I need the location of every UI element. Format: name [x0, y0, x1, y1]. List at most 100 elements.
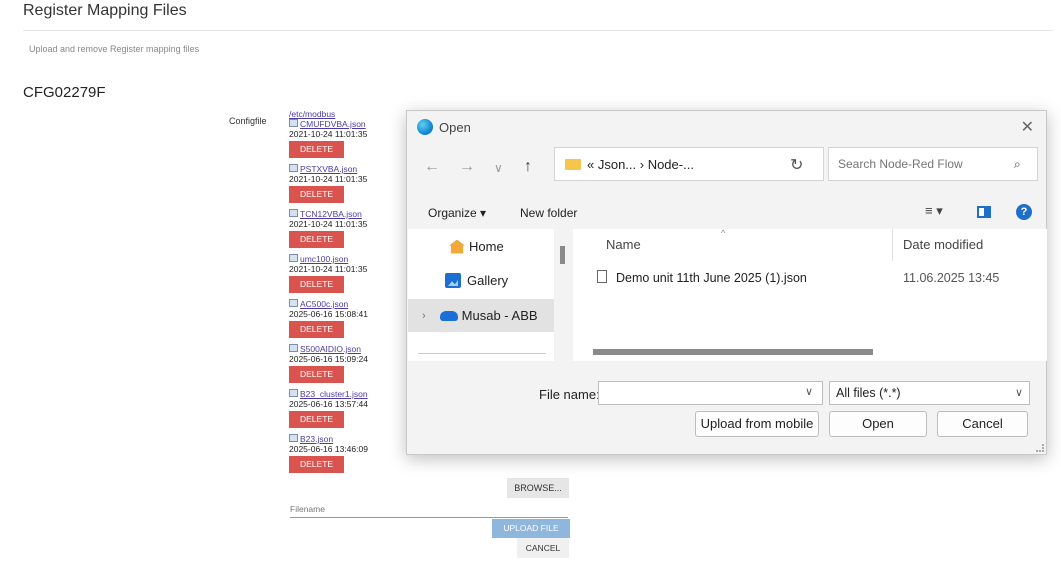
file-date: 2021-10-24 11:01:35	[289, 219, 368, 229]
file-date: 2025-06-16 13:46:09	[289, 444, 368, 454]
address-path: « Json... › Node-...	[587, 156, 694, 172]
delete-button[interactable]: DELETE	[289, 186, 344, 203]
file-link[interactable]: AC500c.json	[300, 299, 348, 309]
back-arrow-icon[interactable]: ←	[424, 158, 440, 176]
dialog-cancel-button[interactable]: Cancel	[937, 411, 1028, 437]
file-entry: TCN12VBA.json 2021-10-24 11:01:35 DELETE	[289, 209, 399, 254]
column-header-date[interactable]: Date modified	[903, 237, 983, 252]
address-bar[interactable]: « Json... › Node-... ∨	[554, 147, 884, 181]
file-link[interactable]: PSTXVBA.json	[300, 164, 357, 174]
chevron-right-icon[interactable]: ›	[422, 310, 426, 322]
file-entry: PSTXVBA.json 2021-10-24 11:01:35 DELETE	[289, 164, 399, 209]
onedrive-icon	[439, 310, 458, 321]
navigation-pane: Home Gallery › Musab - ABB	[408, 229, 554, 361]
file-entry: B23.json 2025-06-16 13:46:09 DELETE	[289, 434, 399, 479]
upload-file-button[interactable]: UPLOAD FILE	[492, 519, 570, 538]
file-row-date: 11.06.2025 13:45	[903, 271, 1000, 285]
file-list: /etc/modbus CMUFDVBA.json 2021-10-24 11:0…	[289, 110, 399, 479]
file-list-pane: Name ^ Date modified Demo unit 11th June…	[573, 228, 1047, 361]
column-divider[interactable]	[892, 229, 893, 261]
file-icon	[289, 389, 298, 397]
cancel-button[interactable]: CANCEL	[517, 538, 569, 558]
configfile-label: Configfile	[229, 116, 267, 126]
nav-item-gallery[interactable]: Gallery	[408, 264, 554, 297]
nav-item-musab-abb[interactable]: › Musab - ABB	[408, 299, 554, 332]
file-name-label: File name:	[539, 387, 600, 402]
file-icon	[289, 209, 298, 217]
sort-indicator-icon: ^	[721, 228, 726, 238]
delete-button[interactable]: DELETE	[289, 366, 344, 383]
file-name-row: AC500c.json	[289, 299, 399, 309]
file-name-row: S500AIDIO.json	[289, 344, 399, 354]
file-link[interactable]: TCN12VBA.json	[300, 209, 362, 219]
file-name-row: B23_cluster1.json	[289, 389, 399, 399]
help-icon[interactable]: ?	[1016, 204, 1032, 220]
recent-locations-icon[interactable]: ∨	[494, 161, 503, 175]
file-entry: S500AIDIO.json 2025-06-16 15:09:24 DELETE	[289, 344, 399, 389]
file-icon	[289, 344, 298, 352]
file-link[interactable]: B23.json	[300, 434, 333, 444]
upload-from-mobile-button[interactable]: Upload from mobile	[695, 411, 819, 437]
file-link[interactable]: S500AIDIO.json	[300, 344, 361, 354]
file-name-input[interactable]	[598, 381, 823, 405]
file-icon	[289, 434, 298, 442]
filename-field[interactable]	[290, 517, 568, 518]
horizontal-scrollbar[interactable]	[593, 349, 873, 355]
file-link[interactable]: B23_cluster1.json	[300, 389, 368, 399]
file-link[interactable]: umc100.json	[300, 254, 348, 264]
nav-item-label: Gallery	[467, 273, 509, 288]
nav-divider	[418, 353, 546, 354]
chevron-down-icon: ∨	[1014, 387, 1023, 399]
delete-button[interactable]: DELETE	[289, 456, 344, 473]
directory-link[interactable]: /etc/modbus	[289, 110, 399, 119]
preview-pane-icon[interactable]	[977, 206, 991, 218]
page-title: Register Mapping Files	[23, 2, 187, 19]
resize-grip[interactable]	[1036, 444, 1044, 452]
chevron-down-icon[interactable]: ∨	[805, 385, 813, 398]
organize-menu[interactable]: Organize ▾	[428, 206, 486, 220]
delete-button[interactable]: DELETE	[289, 276, 344, 293]
file-name-row: CMUFDVBA.json	[289, 119, 399, 129]
file-name-row: B23.json	[289, 434, 399, 444]
edge-browser-icon	[417, 119, 433, 135]
dialog-title: Open	[439, 119, 471, 135]
folder-icon	[565, 158, 581, 170]
delete-button[interactable]: DELETE	[289, 411, 344, 428]
filename-label: Filename	[290, 504, 325, 514]
file-entry: AC500c.json 2025-06-16 15:08:41 DELETE	[289, 299, 399, 344]
browse-button[interactable]: BROWSE...	[507, 478, 569, 498]
open-button[interactable]: Open	[829, 411, 927, 437]
delete-button[interactable]: DELETE	[289, 231, 344, 248]
file-entry: B23_cluster1.json 2025-06-16 13:57:44 DELE…	[289, 389, 399, 434]
search-icon[interactable]: ⌕	[1014, 157, 1021, 172]
refresh-icon[interactable]: ↻	[790, 155, 803, 175]
file-icon	[289, 299, 298, 307]
column-header-name[interactable]: Name	[606, 237, 641, 252]
close-icon[interactable]: ✕	[1021, 117, 1034, 137]
dialog-titlebar: Open	[417, 119, 471, 135]
view-options-icon[interactable]: ≡ ▾	[925, 203, 943, 219]
search-input[interactable]	[828, 147, 1038, 181]
file-name-row: PSTXVBA.json	[289, 164, 399, 174]
delete-button[interactable]: DELETE	[289, 321, 344, 338]
device-name: CFG02279F	[23, 84, 106, 101]
new-folder-button[interactable]: New folder	[520, 206, 577, 220]
file-type-value: All files (*.*)	[836, 386, 901, 400]
file-name-row: TCN12VBA.json	[289, 209, 399, 219]
file-date: 2025-06-16 15:09:24	[289, 354, 368, 364]
file-name-row: umc100.json	[289, 254, 399, 264]
up-arrow-icon[interactable]: ↑	[524, 158, 532, 176]
title-divider	[23, 30, 1053, 31]
nav-scrollbar[interactable]	[560, 246, 565, 264]
home-icon	[449, 239, 465, 254]
nav-item-label: Home	[469, 239, 504, 254]
page-subtitle: Upload and remove Register mapping files	[29, 44, 200, 54]
file-type-filter[interactable]: All files (*.*) ∨	[829, 381, 1030, 405]
file-row-name[interactable]: Demo unit 11th June 2025 (1).json	[616, 271, 807, 285]
open-file-dialog: Open ✕ ← → ∨ ↑ « Json... › Node-... ∨ ↻ …	[406, 110, 1047, 455]
file-date: 2025-06-16 15:08:41	[289, 309, 368, 319]
file-link[interactable]: CMUFDVBA.json	[300, 119, 366, 129]
forward-arrow-icon[interactable]: →	[459, 158, 475, 176]
delete-button[interactable]: DELETE	[289, 141, 344, 158]
nav-item-home[interactable]: Home	[408, 230, 554, 263]
